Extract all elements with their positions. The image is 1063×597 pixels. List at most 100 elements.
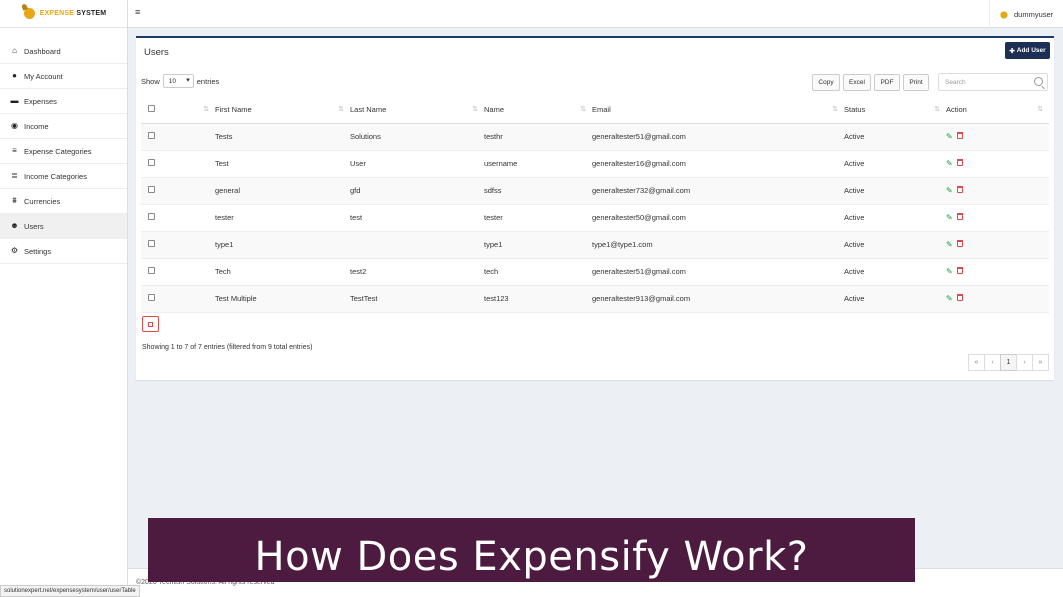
- delete-icon[interactable]: [957, 294, 963, 301]
- sidebar-item-label: Currencies: [24, 196, 61, 206]
- pagination: « ‹ 1 › »: [968, 354, 1049, 371]
- menu-toggle-icon[interactable]: ≡: [135, 8, 142, 17]
- logo-icon: [21, 4, 37, 24]
- entries-label: entries: [196, 76, 220, 86]
- cell-first-name: Test: [215, 150, 350, 178]
- edit-icon[interactable]: ✎: [946, 214, 953, 222]
- table-row: Tech test2 tech generaltester51@gmail.com Ac…: [141, 258, 1049, 286]
- prev-page-button[interactable]: ‹: [984, 354, 1001, 371]
- sidebar-item-label: Users: [24, 221, 44, 231]
- column-header-name[interactable]: Name ⇅: [484, 96, 592, 124]
- select-all-checkbox[interactable]: [148, 104, 155, 112]
- sidebar: EXPENSE SYSTEM ⌂ Dashboard ● My Account ▬ E…: [0, 0, 128, 597]
- browser-status-url: solutionexpert.net/expensesystem/user/us…: [0, 585, 140, 597]
- sidebar-item-expenses[interactable]: ▬ Expenses: [0, 89, 127, 114]
- cell-email: generaltester51@gmail.com: [592, 258, 844, 286]
- row-checkbox[interactable]: [148, 213, 155, 220]
- row-checkbox[interactable]: [148, 294, 155, 301]
- cell-email: generaltester51@gmail.com: [592, 123, 844, 151]
- sort-icon[interactable]: ⇅: [203, 105, 209, 113]
- column-header-first-name[interactable]: First Name ⇅: [215, 96, 350, 124]
- page-size-control: Show 10 entries: [141, 74, 219, 88]
- row-select-cell: [141, 150, 215, 178]
- delete-icon[interactable]: [957, 267, 963, 274]
- table-row: tester test tester generaltester50@gmail.co…: [141, 204, 1049, 232]
- cell-name: tech: [484, 258, 592, 286]
- user-avatar-icon: [999, 9, 1008, 19]
- first-page-button[interactable]: «: [968, 354, 985, 371]
- cell-name: sdfss: [484, 177, 592, 205]
- table-row: Test User username generaltester16@gmail.co…: [141, 150, 1049, 178]
- column-label: Status: [844, 104, 866, 114]
- bulk-delete-button[interactable]: [142, 316, 159, 332]
- logo[interactable]: EXPENSE SYSTEM: [0, 0, 127, 28]
- cell-action: ✎: [946, 258, 1049, 286]
- edit-icon[interactable]: ✎: [946, 133, 953, 141]
- add-user-button[interactable]: ✚ Add User: [1005, 42, 1050, 59]
- pdf-button[interactable]: PDF: [874, 74, 900, 91]
- search-input[interactable]: Search: [938, 73, 1048, 91]
- cell-email: type1@type1.com: [592, 231, 844, 259]
- edit-icon[interactable]: ✎: [946, 187, 953, 195]
- excel-button[interactable]: Excel: [843, 74, 871, 91]
- edit-icon[interactable]: ✎: [946, 268, 953, 276]
- print-button[interactable]: Print: [903, 74, 929, 91]
- edit-icon[interactable]: ✎: [946, 160, 953, 168]
- sidebar-item-expense-categories[interactable]: ≡ Expense Categories: [0, 139, 127, 164]
- delete-icon[interactable]: [957, 159, 963, 166]
- delete-icon[interactable]: [957, 132, 963, 139]
- card-title: Users: [144, 47, 169, 58]
- delete-icon[interactable]: [957, 213, 963, 220]
- row-checkbox[interactable]: [148, 267, 155, 274]
- next-page-button[interactable]: ›: [1016, 354, 1033, 371]
- column-header-last-name[interactable]: Last Name ⇅: [350, 96, 484, 124]
- sidebar-item-label: Income Categories: [24, 171, 87, 181]
- logo-text-part1: EXPENSE: [39, 10, 75, 17]
- sort-icon: ⇅: [338, 106, 344, 113]
- edit-icon[interactable]: ✎: [946, 295, 953, 303]
- cell-name: type1: [484, 231, 592, 259]
- sidebar-item-income-categories[interactable]: ≣ Income Categories: [0, 164, 127, 189]
- users-icon: ☻: [10, 221, 19, 230]
- cell-name: username: [484, 150, 592, 178]
- sidebar-nav: ⌂ Dashboard ● My Account ▬ Expenses ◉ Income…: [0, 39, 127, 264]
- cell-last-name: TestTest: [350, 285, 484, 313]
- cell-name: testhr: [484, 123, 592, 151]
- sidebar-item-label: Income: [24, 121, 49, 131]
- user-menu[interactable]: dummyuser: [989, 0, 1063, 28]
- sidebar-item-income[interactable]: ◉ Income: [0, 114, 127, 139]
- sidebar-item-settings[interactable]: ⚙ Settings: [0, 239, 127, 264]
- delete-icon[interactable]: [957, 240, 963, 247]
- last-page-button[interactable]: »: [1032, 354, 1049, 371]
- cell-last-name: [350, 231, 484, 259]
- cell-first-name: general: [215, 177, 350, 205]
- logo-text: EXPENSE SYSTEM: [40, 10, 107, 17]
- row-checkbox[interactable]: [148, 132, 155, 139]
- copy-button[interactable]: Copy: [812, 74, 840, 91]
- row-checkbox[interactable]: [148, 159, 155, 166]
- table-row: type1 type1 type1@type1.com Active ✎: [141, 231, 1049, 259]
- column-header-status[interactable]: Status ⇅: [844, 96, 946, 124]
- video-caption-banner: How Does Expensify Work?: [148, 518, 915, 582]
- sidebar-item-users[interactable]: ☻ Users: [0, 214, 127, 239]
- users-table: ⇅ First Name ⇅ Last Name ⇅ Name ⇅ Email ⇅ St…: [141, 96, 1049, 313]
- column-header-email[interactable]: Email ⇅: [592, 96, 844, 124]
- page-size-select[interactable]: 10: [162, 74, 194, 88]
- gears-icon: ⚙: [10, 246, 19, 255]
- delete-icon[interactable]: [957, 186, 963, 193]
- export-buttons: Copy Excel PDF Print: [812, 74, 929, 91]
- column-header-action[interactable]: Action ⇅: [946, 96, 1049, 124]
- row-select-cell: [141, 204, 215, 232]
- cell-action: ✎: [946, 285, 1049, 313]
- cell-last-name: gfd: [350, 177, 484, 205]
- row-select-cell: [141, 285, 215, 313]
- top-bar: ≡ dummyuser: [128, 0, 1063, 28]
- sidebar-item-my-account[interactable]: ● My Account: [0, 64, 127, 89]
- page-1-button[interactable]: 1: [1000, 354, 1017, 371]
- row-checkbox[interactable]: [148, 240, 155, 247]
- edit-icon[interactable]: ✎: [946, 241, 953, 249]
- sidebar-item-dashboard[interactable]: ⌂ Dashboard: [0, 39, 127, 64]
- row-checkbox[interactable]: [148, 186, 155, 193]
- cell-action: ✎: [946, 177, 1049, 205]
- sidebar-item-currencies[interactable]: ⩩ Currencies: [0, 189, 127, 214]
